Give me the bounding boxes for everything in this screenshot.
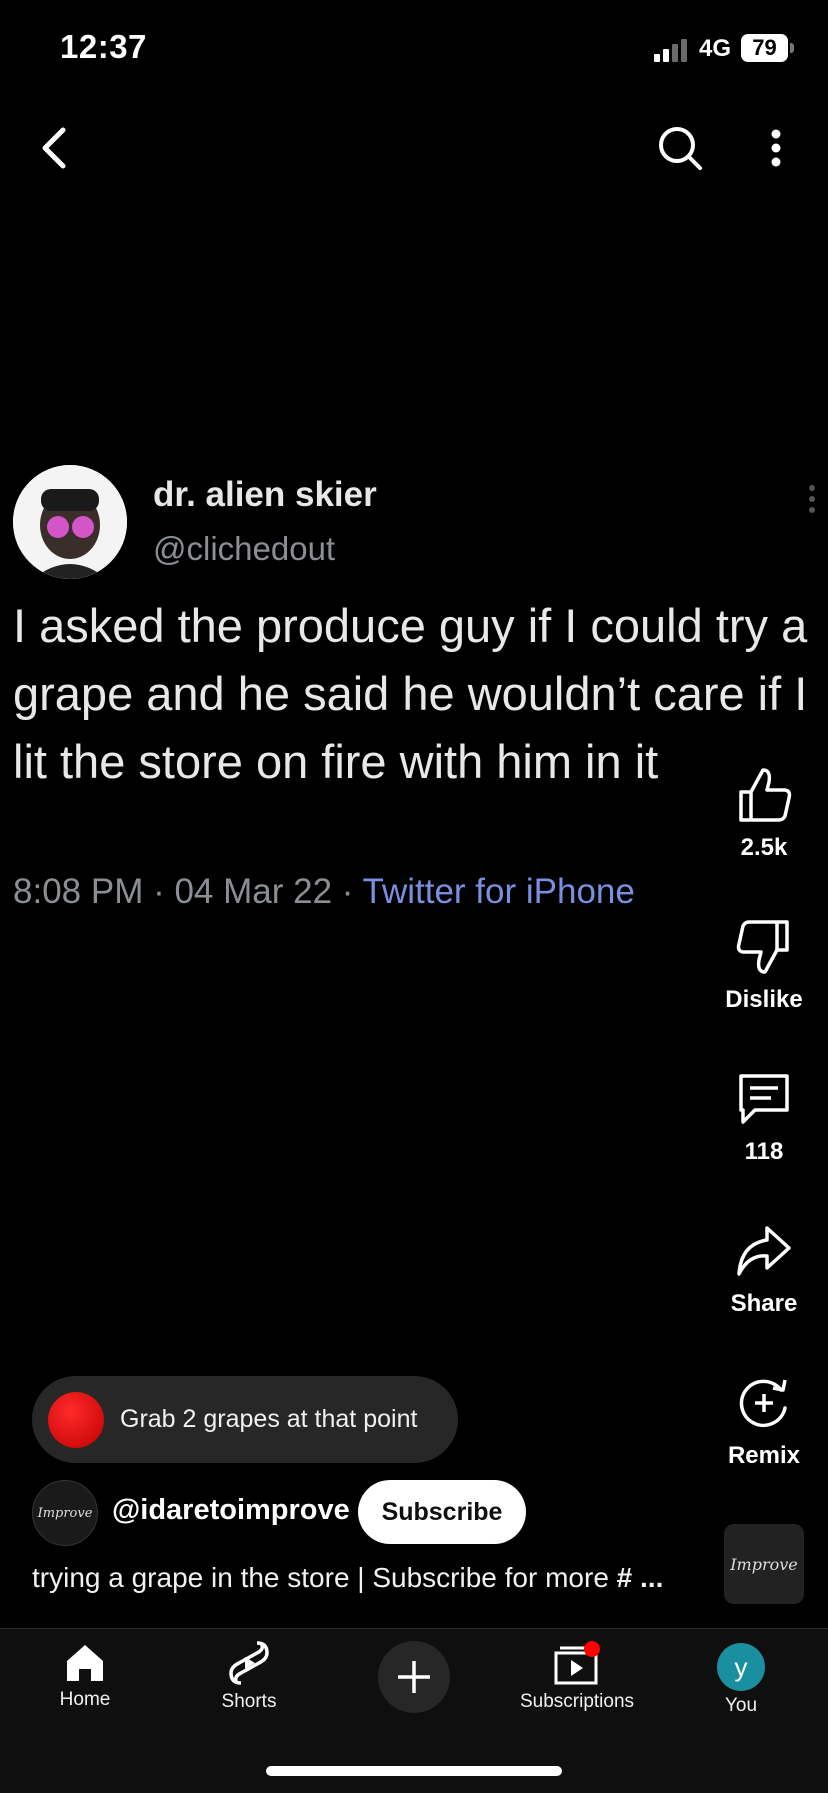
search-icon xyxy=(659,127,702,170)
chevron-left-icon xyxy=(42,127,66,169)
search-button[interactable] xyxy=(652,120,708,176)
plus-icon xyxy=(398,1661,430,1693)
dislike-label: Dislike xyxy=(725,986,803,1013)
comment-count: 118 xyxy=(744,1138,784,1165)
description-text: trying a grape in the store | Subscribe … xyxy=(32,1562,617,1593)
like-button[interactable]: 2.5k xyxy=(712,766,816,862)
remix-label: Remix xyxy=(727,1442,801,1469)
signal-icon xyxy=(654,39,687,62)
home-indicator xyxy=(266,1766,562,1776)
subscriptions-icon xyxy=(554,1641,600,1685)
comment-icon xyxy=(739,1074,789,1124)
tweet-author-name: dr. alien skier xyxy=(153,475,377,514)
nav-subscriptions[interactable]: Subscriptions xyxy=(507,1629,647,1713)
tweet-text: I asked the produce guy if I could try a… xyxy=(13,599,808,788)
person-avatar-image xyxy=(13,465,127,579)
tweet-more-icon xyxy=(809,485,815,513)
share-arrow-icon xyxy=(737,1226,791,1276)
share-label: Share xyxy=(730,1290,798,1317)
chip-red-dot-icon xyxy=(48,1391,104,1448)
chip-text: Grab 2 grapes at that point xyxy=(120,1405,418,1433)
nav-home-label: Home xyxy=(59,1689,111,1710)
channel-avatar[interactable]: Improve xyxy=(32,1480,98,1546)
home-icon xyxy=(67,1645,103,1681)
dislike-button[interactable]: Dislike xyxy=(712,918,816,1014)
subscribe-button[interactable]: Subscribe xyxy=(358,1480,526,1544)
description-hashtag: # ... xyxy=(616,1562,664,1593)
audio-thumbnail[interactable]: Improve xyxy=(724,1524,804,1604)
vertical-dots-icon xyxy=(771,129,781,167)
comments-button[interactable]: 118 xyxy=(712,1070,816,1166)
nav-shorts-label: Shorts xyxy=(221,1691,277,1712)
thumbnail-text: Improve xyxy=(730,1554,798,1574)
like-count: 2.5k xyxy=(740,834,788,861)
you-avatar: y xyxy=(717,1643,765,1691)
battery-level: 79 xyxy=(741,34,788,62)
share-button[interactable]: Share xyxy=(712,1222,816,1318)
tweet-avatar xyxy=(13,465,127,579)
status-time: 12:37 xyxy=(60,28,147,65)
tweet-author-handle: @clichedout xyxy=(153,530,336,567)
nav-subscriptions-label: Subscriptions xyxy=(519,1691,635,1712)
suggested-chip[interactable]: Grab 2 grapes at that point xyxy=(32,1376,458,1463)
remix-button[interactable]: Remix xyxy=(712,1374,816,1470)
tweet-meta: 8:08 PM · 04 Mar 22 · Twitter for iPhone xyxy=(13,872,635,912)
battery-tip xyxy=(790,43,794,53)
network-type: 4G xyxy=(699,35,732,62)
more-options-button[interactable] xyxy=(748,120,804,176)
tweet-source: Twitter for iPhone xyxy=(362,872,635,911)
channel-handle[interactable]: @idaretoimprove xyxy=(112,1494,350,1527)
nav-you[interactable]: y You xyxy=(671,1629,811,1717)
channel-avatar-text: Improve xyxy=(37,1505,93,1521)
tweet-timestamp: 8:08 PM · 04 Mar 22 · xyxy=(13,872,363,911)
shorts-icon xyxy=(229,1641,269,1685)
remix-icon xyxy=(739,1379,787,1428)
nav-shorts[interactable]: Shorts xyxy=(179,1629,319,1713)
nav-home[interactable]: Home xyxy=(15,1629,155,1711)
back-button[interactable] xyxy=(26,120,82,176)
nav-you-label: You xyxy=(724,1695,758,1716)
create-button[interactable] xyxy=(378,1641,450,1713)
thumbs-up-icon xyxy=(739,768,792,822)
thumbs-down-icon xyxy=(736,920,789,974)
video-description[interactable]: trying a grape in the store | Subscribe … xyxy=(32,1562,692,1594)
